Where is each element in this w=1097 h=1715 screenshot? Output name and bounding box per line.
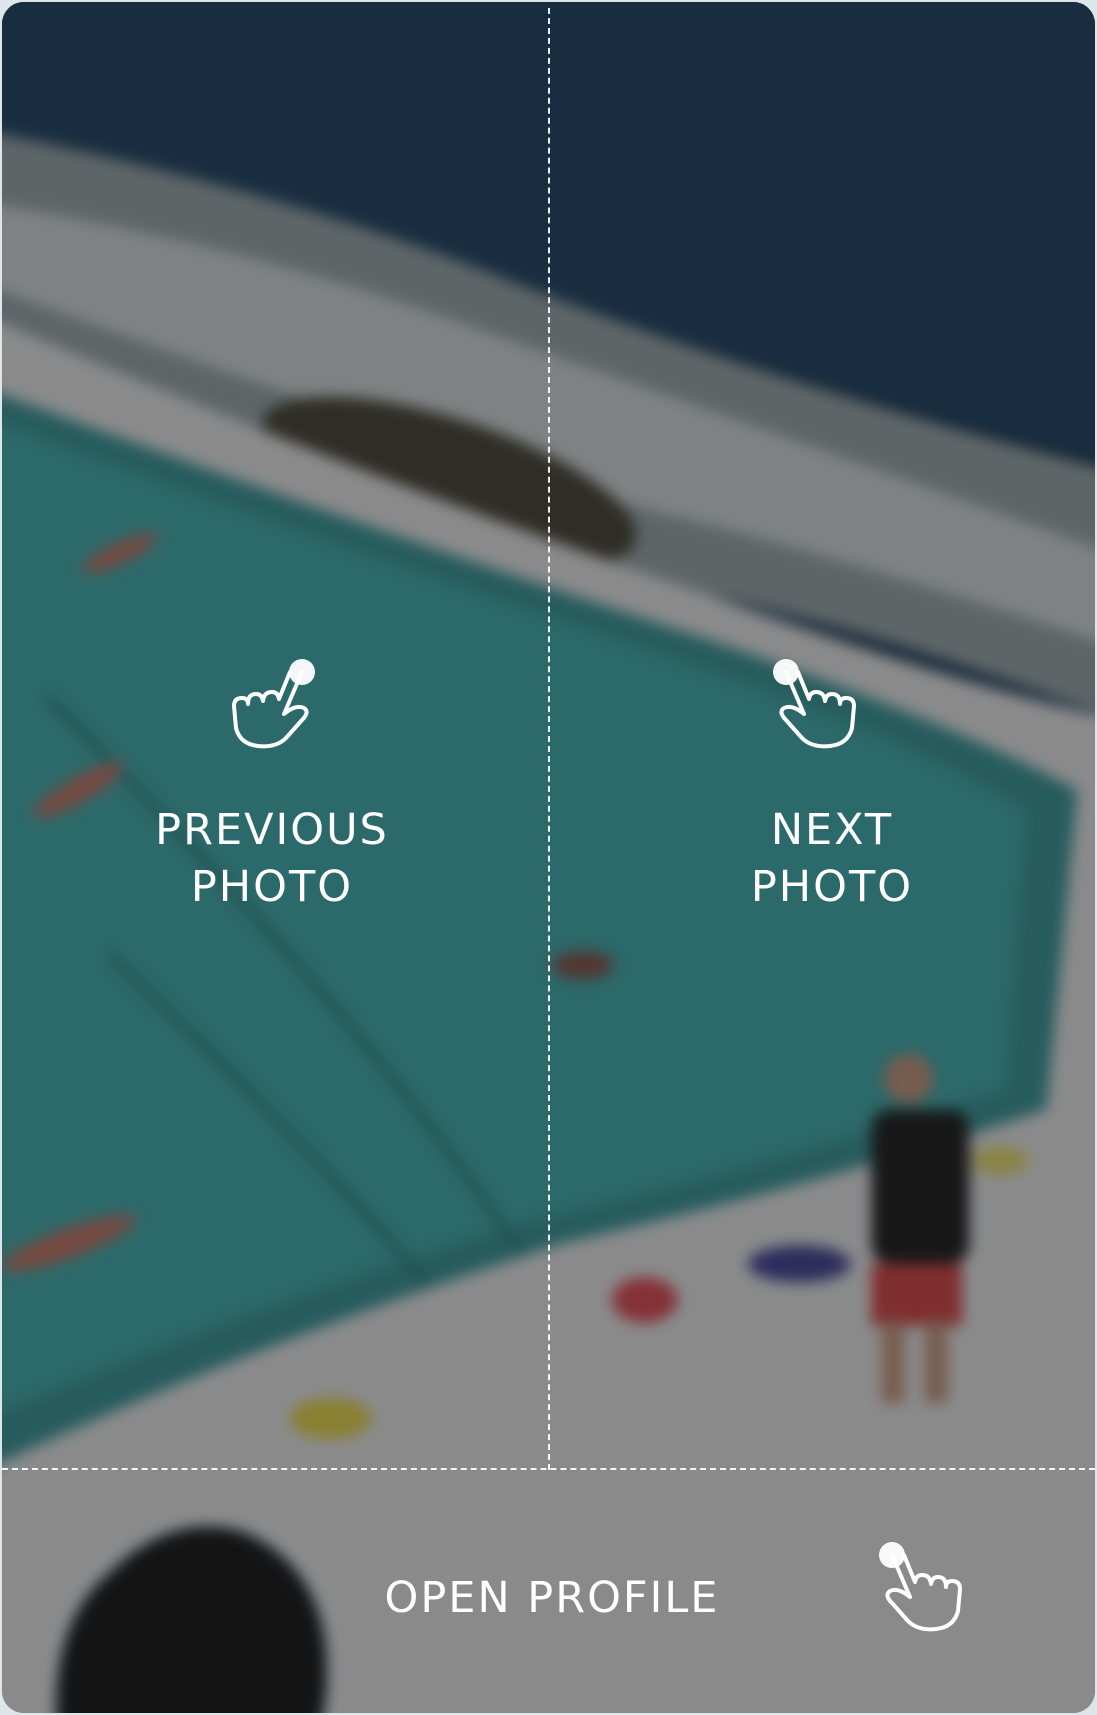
next-photo-hint: NEXT PHOTO: [662, 802, 1002, 916]
photo-card: PREVIOUS PHOTO NEXT PHOTO OPEN PROFILE: [2, 2, 1095, 1713]
tap-hand-icon: [870, 1537, 970, 1637]
next-hint-line-2: PHOTO: [750, 862, 914, 912]
open-profile-label: OPEN PROFILE: [384, 1573, 720, 1623]
next-hint-line-1: NEXT: [770, 805, 894, 855]
previous-hint-line-1: PREVIOUS: [155, 805, 389, 855]
vertical-divider: [548, 8, 550, 1470]
previous-photo-hint: PREVIOUS PHOTO: [102, 802, 442, 916]
horizontal-divider: [2, 1468, 1095, 1470]
previous-hint-line-2: PHOTO: [190, 862, 354, 912]
tap-hand-icon: [764, 654, 864, 754]
tap-hand-icon: [224, 654, 324, 754]
